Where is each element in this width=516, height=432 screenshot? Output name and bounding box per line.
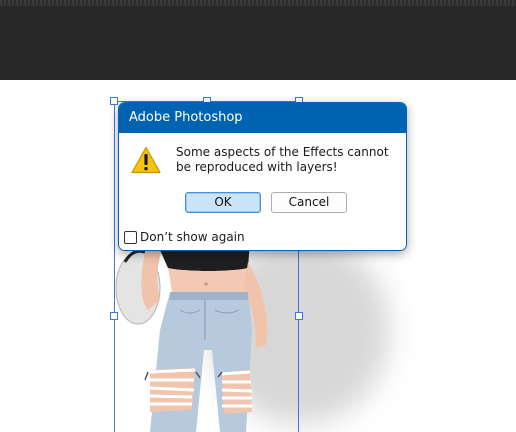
warning-dialog: Adobe Photoshop Some aspects of the Effe…	[118, 102, 407, 251]
photoshop-options-bar	[0, 0, 516, 80]
transform-handle-middle-left[interactable]	[110, 312, 118, 320]
dialog-message: Some aspects of the Effects cannot be re…	[176, 145, 389, 174]
transform-handle-top-left[interactable]	[110, 97, 118, 105]
ruler-edge	[0, 0, 516, 6]
ok-button[interactable]: OK	[185, 192, 261, 213]
dialog-title: Adobe Photoshop	[119, 103, 406, 133]
transform-handle-middle-right[interactable]	[295, 312, 303, 320]
dont-show-again-option[interactable]: Don’t show again	[124, 230, 245, 244]
cancel-button[interactable]: Cancel	[271, 192, 347, 213]
dialog-body: Some aspects of the Effects cannot be re…	[119, 133, 406, 250]
warning-icon	[131, 146, 161, 174]
dont-show-again-checkbox[interactable]	[124, 230, 137, 244]
dont-show-again-label[interactable]: Don’t show again	[140, 230, 245, 244]
